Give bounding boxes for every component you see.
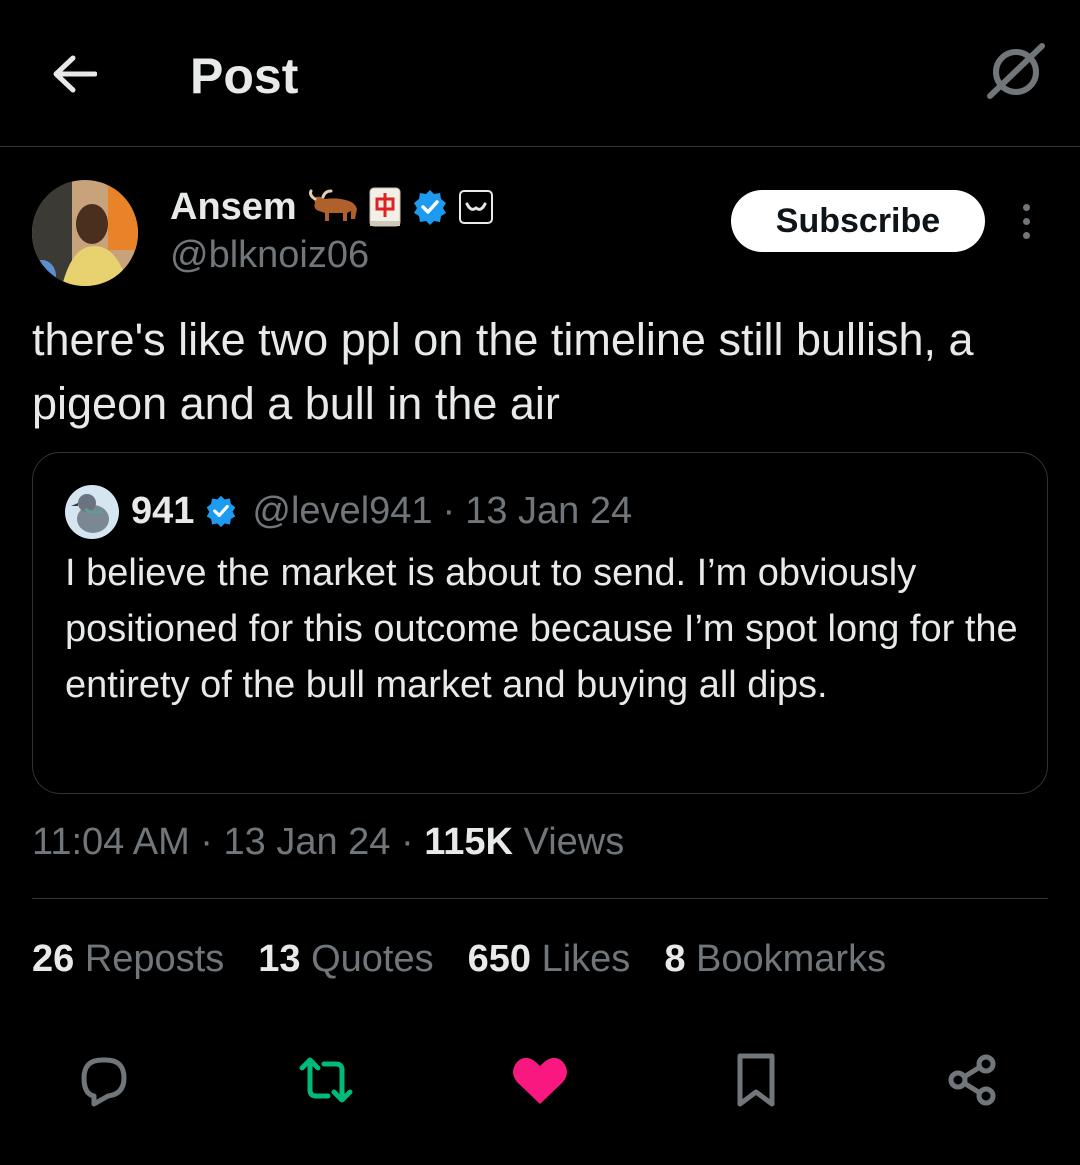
- quotes-stat[interactable]: 13 Quotes: [258, 930, 433, 988]
- reposts-count: 26: [32, 938, 75, 980]
- author-handle[interactable]: @blknoiz06: [170, 234, 369, 277]
- more-dot: [1022, 217, 1030, 225]
- bookmarks-label: Bookmarks: [696, 938, 887, 980]
- like-button[interactable]: [510, 1050, 570, 1110]
- grok-button[interactable]: [980, 36, 1052, 108]
- ox-emoji-icon: [307, 189, 359, 225]
- quoted-text: I believe the market is about to send. I…: [65, 552, 1018, 706]
- author-name[interactable]: Ansem: [170, 186, 297, 229]
- quoted-author-name: 941: [131, 489, 195, 532]
- repost-icon: [299, 1057, 353, 1103]
- quoted-date: 13 Jan 24: [465, 489, 633, 532]
- quotes-label: Quotes: [311, 938, 434, 980]
- bookmarks-count: 8: [664, 938, 686, 980]
- reply-button[interactable]: [74, 1050, 134, 1110]
- back-button[interactable]: [44, 44, 104, 104]
- more-dot: [1022, 203, 1030, 211]
- quoted-header: 941 @level941 · 13 Jan 24: [131, 483, 632, 539]
- quoted-verified-badge-icon: [204, 494, 238, 528]
- separator-dot: ·: [200, 821, 213, 863]
- reposts-stat[interactable]: 26 Reposts: [32, 930, 224, 988]
- more-dot: [1022, 231, 1030, 239]
- pigeon-avatar-image: [65, 485, 119, 539]
- quotes-count: 13: [258, 938, 301, 980]
- author-name-row: Ansem: [170, 182, 493, 232]
- author-avatar-image: [32, 180, 138, 286]
- post-time: 11:04 AM: [32, 821, 190, 863]
- action-bar: [0, 1040, 1080, 1120]
- bookmarks-stat[interactable]: 8 Bookmarks: [664, 930, 886, 988]
- bookmark-button[interactable]: [726, 1050, 786, 1110]
- subscribe-button[interactable]: Subscribe: [731, 190, 985, 252]
- share-icon: [948, 1054, 996, 1106]
- repost-button[interactable]: [296, 1050, 356, 1110]
- more-options-button[interactable]: [1006, 196, 1046, 246]
- likes-count: 650: [467, 938, 532, 980]
- divider: [32, 898, 1048, 899]
- likes-label: Likes: [541, 938, 631, 980]
- post-text: there's like two ppl on the timeline sti…: [32, 314, 974, 429]
- grok-icon: [987, 43, 1045, 99]
- reply-icon: [81, 1057, 127, 1107]
- views-count: 115K: [424, 821, 513, 863]
- separator-dot: ·: [442, 489, 456, 532]
- top-bar: Post: [0, 0, 1080, 147]
- post-meta: 11:04 AM · 13 Jan 24 · 115K Views: [32, 814, 624, 870]
- quoted-author-avatar: [65, 485, 119, 539]
- share-button[interactable]: [942, 1050, 1002, 1110]
- quoted-post[interactable]: 941 @level941 · 13 Jan 24 I believe the …: [32, 452, 1048, 794]
- like-icon: [513, 1057, 567, 1104]
- reposts-label: Reposts: [84, 938, 225, 980]
- page-title: Post: [190, 48, 299, 104]
- back-arrow-icon: [53, 55, 97, 93]
- bookmark-icon: [737, 1053, 775, 1107]
- affiliate-badge-icon: [458, 190, 493, 224]
- mahjong-red-dragon-icon: [369, 187, 401, 227]
- quoted-author-handle: @level941: [252, 489, 433, 532]
- views-label: Views: [523, 821, 625, 863]
- separator-dot: ·: [401, 821, 414, 863]
- engagement-stats: 26 Reposts 13 Quotes 650 Likes 8 Bookmar…: [32, 930, 920, 988]
- verified-badge-icon: [411, 188, 449, 226]
- post-date: 13 Jan 24: [223, 821, 391, 863]
- likes-stat[interactable]: 650 Likes: [468, 930, 631, 988]
- author-avatar[interactable]: [32, 180, 138, 286]
